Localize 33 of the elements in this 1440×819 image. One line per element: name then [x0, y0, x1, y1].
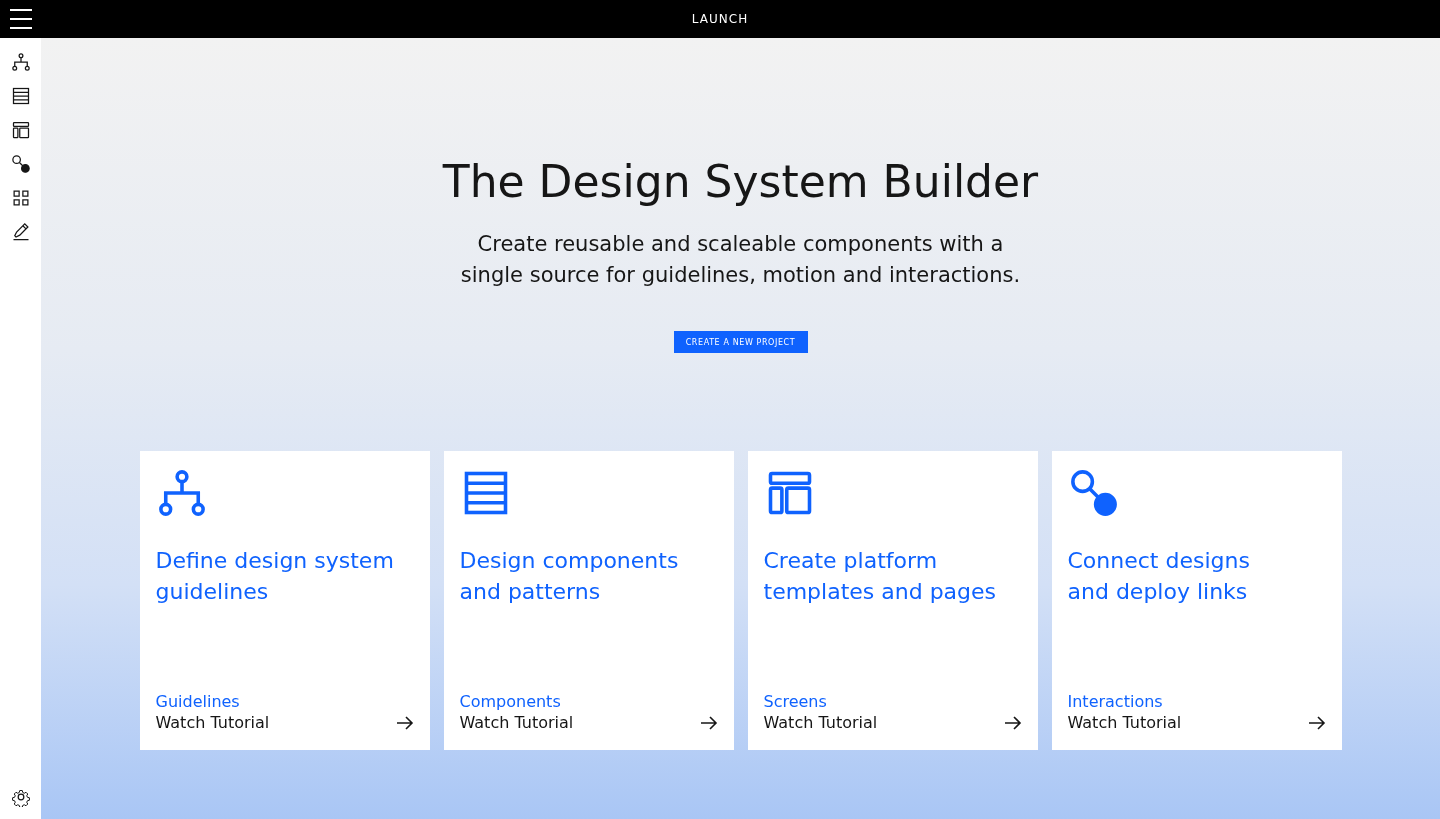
hero-title: The Design System Builder: [442, 156, 1039, 207]
sidebar-button[interactable]: [10, 120, 31, 140]
hierarchy-icon: [10, 52, 31, 72]
hero-subtitle: Create reusable and scaleable components with a single source for guidelines, motion and interactions.: [460, 231, 1021, 289]
card-title: Connect designs and deploy links: [1067, 547, 1251, 606]
sidebar-button[interactable]: [10, 188, 31, 208]
arrow-right-icon[interactable]: [1307, 715, 1326, 730]
tutorial-link[interactable]: Watch Tutorial: [1067, 713, 1182, 732]
card-category: Interactions: [1067, 692, 1164, 711]
arrow-right-icon[interactable]: [395, 715, 414, 730]
sidebar-button[interactable]: [10, 86, 31, 106]
card-category: Screens: [763, 692, 828, 711]
card-category: Guidelines: [155, 692, 241, 711]
tutorial-link[interactable]: Watch Tutorial: [763, 713, 878, 732]
layout-icon: [10, 120, 31, 140]
rows-icon: [10, 86, 31, 106]
sidebar-button[interactable]: [10, 52, 31, 72]
arrow-right-icon[interactable]: [1003, 715, 1022, 730]
card-title: Define design system guidelines: [155, 547, 395, 606]
sidebar-button[interactable]: [10, 787, 31, 807]
card-category: Components: [459, 692, 562, 711]
tutorial-link[interactable]: Watch Tutorial: [155, 713, 270, 732]
tutorial-link[interactable]: Watch Tutorial: [459, 713, 574, 732]
app-title: LAUNCH: [691, 12, 749, 26]
grid-icon: [10, 188, 31, 208]
card-title: Design components and patterns: [459, 547, 680, 606]
sidebar-button[interactable]: [10, 154, 31, 174]
menu-button[interactable]: [10, 9, 32, 29]
create-project-button[interactable]: CREATE A NEW PROJECT: [673, 331, 808, 353]
connected-circles-icon: [10, 154, 31, 174]
card-title: Create platform templates and pages: [763, 547, 998, 606]
settings-icon: [10, 787, 31, 807]
arrow-right-icon[interactable]: [699, 715, 718, 730]
